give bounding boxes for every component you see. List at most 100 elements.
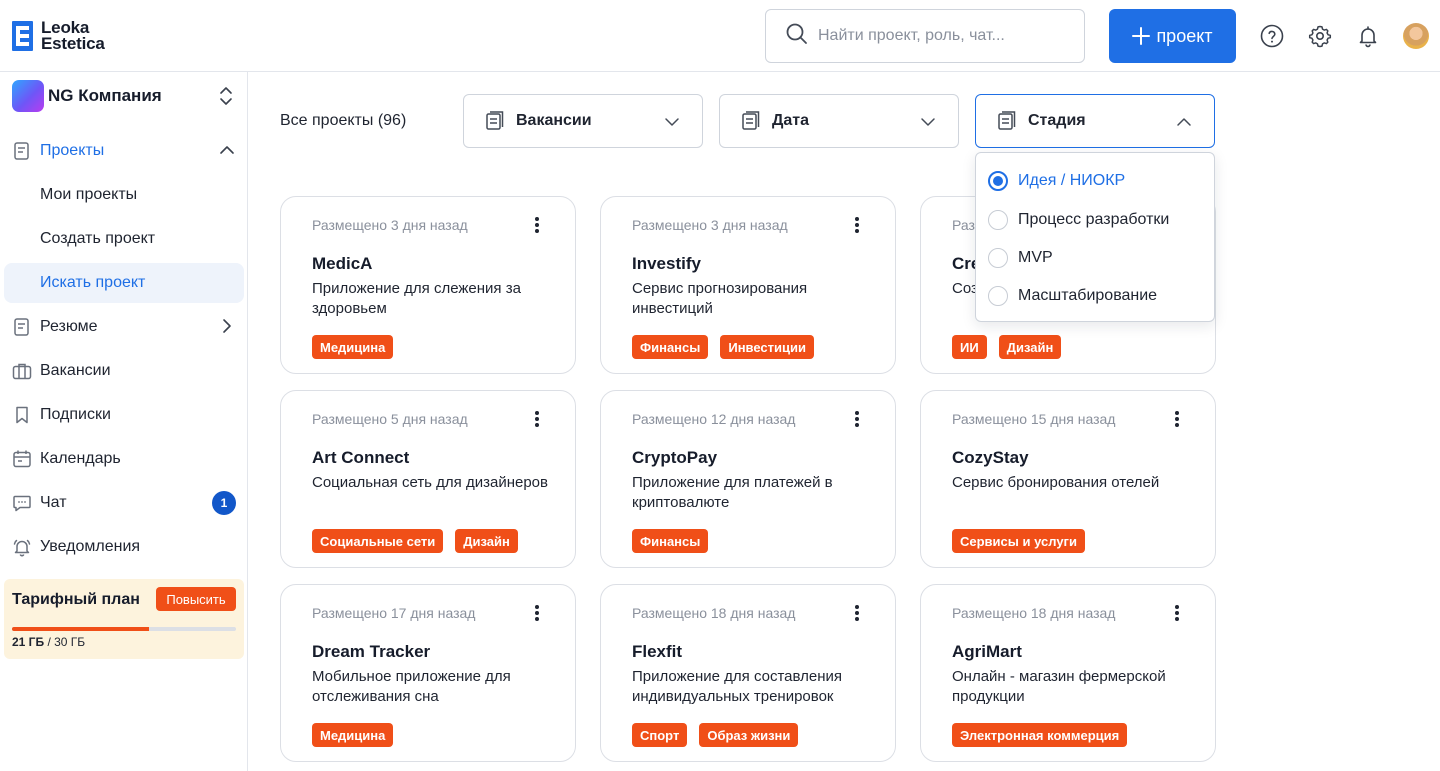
switch-arrows-icon[interactable] (216, 84, 236, 113)
radio-button[interactable] (988, 210, 1008, 230)
more-options-icon[interactable] (529, 409, 545, 429)
chevron-down-icon (664, 114, 680, 135)
category-tag: Электронная коммерция (952, 723, 1128, 747)
project-description: Мобильное приложение для отслеживания сн… (312, 668, 511, 705)
more-options-icon[interactable] (849, 409, 865, 429)
new-project-label: проект (1156, 25, 1213, 46)
project-description: Сервис прогнозирования инвестиций (632, 280, 808, 317)
storage-total: / 30 ГБ (47, 635, 86, 649)
tag-list: Медицина (312, 335, 394, 359)
category-tag: Образ жизни (699, 723, 799, 747)
filter-label: Вакансии (516, 112, 592, 129)
category-tag: Социальные сети (312, 529, 444, 553)
sidebar-item-projects[interactable]: Проекты (4, 131, 244, 171)
category-tag: ИИ (952, 335, 987, 359)
more-options-icon[interactable] (849, 215, 865, 235)
radio-button[interactable] (988, 286, 1008, 306)
plus-icon (1132, 26, 1151, 46)
notification-bell-icon[interactable] (1354, 22, 1382, 50)
category-tag: Медицина (312, 723, 394, 747)
sidebar-item-create-project[interactable]: Создать проект (4, 219, 244, 259)
posted-date: Размещено 15 дня назад (952, 411, 1116, 427)
project-card[interactable]: Размещено 15 дня назад CozyStay Сервис б… (920, 390, 1216, 568)
top-bar: Leoka Estetica проект (0, 0, 1440, 72)
stage-option-label: Масштабирование (1018, 287, 1158, 304)
storage-used: 21 ГБ (12, 635, 45, 649)
sidebar-item-search-project[interactable]: Искать проект (4, 263, 244, 303)
project-title: CozyStay (952, 448, 1029, 467)
project-description: Онлайн - магазин фермерской продукции (952, 668, 1166, 705)
sidebar-item-subscriptions[interactable]: Подписки (4, 395, 244, 435)
sidebar-item-vacancies[interactable]: Вакансии (4, 351, 244, 391)
search-box[interactable] (765, 9, 1085, 63)
storage-progress-bar (12, 627, 236, 631)
category-tag: Спорт (632, 723, 688, 747)
project-title: Art Connect (312, 448, 410, 467)
sidebar-item-resume[interactable]: Резюме (4, 307, 244, 347)
company-name: NG Компания (48, 86, 162, 105)
more-options-icon[interactable] (1169, 603, 1185, 623)
project-title: Investify (632, 254, 701, 273)
sidebar-item-chat[interactable]: Чат 1 (4, 483, 244, 523)
sidebar-item-notifications[interactable]: Уведомления (4, 527, 244, 567)
briefcase-icon (12, 361, 32, 381)
project-card[interactable]: Размещено 18 дня назад AgriMart Онлайн -… (920, 584, 1216, 762)
posted-date: Раз (952, 217, 975, 233)
project-card[interactable]: Размещено 3 дня назад Investify Сервис п… (600, 196, 896, 374)
filter-vacancies-dropdown[interactable]: Вакансии (463, 94, 703, 148)
chat-unread-badge: 1 (212, 491, 236, 515)
posted-date: Размещено 18 дня назад (632, 605, 796, 621)
sidebar-item-calendar[interactable]: Календарь (4, 439, 244, 479)
filter-stage-dropdown[interactable]: Стадия (975, 94, 1215, 148)
help-icon[interactable] (1258, 22, 1286, 50)
logo-mark-icon (12, 21, 34, 51)
project-card[interactable]: Размещено 3 дня назад MedicA Приложение … (280, 196, 576, 374)
storage-usage: 21 ГБ / 30 ГБ (12, 635, 85, 649)
filter-date-dropdown[interactable]: Дата (719, 94, 959, 148)
stage-option-label: MVP (1018, 249, 1053, 266)
more-options-icon[interactable] (1169, 409, 1185, 429)
app-logo[interactable]: Leoka Estetica (12, 19, 105, 53)
project-card[interactable]: Размещено 18 дня назад Flexfit Приложени… (600, 584, 896, 762)
more-options-icon[interactable] (529, 215, 545, 235)
projects-icon (12, 141, 32, 161)
tag-list: Финансы Инвестиции (632, 335, 814, 359)
search-input[interactable] (818, 27, 1068, 45)
user-avatar[interactable] (1403, 23, 1429, 49)
category-tag: Финансы (632, 529, 709, 553)
more-options-icon[interactable] (849, 603, 865, 623)
company-switcher[interactable]: NG Компания (12, 80, 238, 112)
project-card[interactable]: Размещено 17 дня назад Dream Tracker Моб… (280, 584, 576, 762)
posted-date: Размещено 18 дня назад (952, 605, 1116, 621)
sidebar-item-my-projects[interactable]: Мои проекты (4, 175, 244, 215)
stage-option-idea[interactable]: Идея / НИОКР (988, 169, 1125, 193)
stage-option-development[interactable]: Процесс разработки (988, 208, 1169, 232)
project-card[interactable]: Размещено 5 дня назад Art Connect Социал… (280, 390, 576, 568)
project-title: Flexfit (632, 642, 683, 661)
more-options-icon[interactable] (529, 603, 545, 623)
filter-label: Стадия (1028, 112, 1086, 129)
stage-options-menu: Идея / НИОКР Процесс разработки MVP Масш… (975, 152, 1215, 322)
filter-label: Дата (772, 112, 810, 129)
resume-icon (12, 317, 32, 337)
new-project-button[interactable]: проект (1109, 9, 1236, 63)
stage-option-label: Идея / НИОКР (1018, 172, 1126, 189)
chevron-right-icon (218, 317, 236, 340)
project-card[interactable]: Размещено 12 дня назад CryptoPay Приложе… (600, 390, 896, 568)
radio-button[interactable] (988, 248, 1008, 268)
project-title: AgriMart (952, 642, 1022, 661)
settings-gear-icon[interactable] (1306, 22, 1334, 50)
tag-list: ИИ Дизайн (952, 335, 1062, 359)
posted-date: Размещено 3 дня назад (312, 217, 468, 233)
project-description: Сервис бронирования отелей (952, 474, 1160, 491)
stage-option-mvp[interactable]: MVP (988, 246, 1053, 270)
stage-option-scaling[interactable]: Масштабирование (988, 284, 1157, 308)
upgrade-button[interactable]: Повысить (156, 587, 236, 611)
logo-line-2: Estetica (41, 34, 105, 53)
posted-date: Размещено 5 дня назад (312, 411, 468, 427)
filter-list-icon (484, 110, 506, 132)
radio-button[interactable] (988, 171, 1008, 191)
project-description: Приложение для платежей в криптовалюте (632, 474, 833, 511)
tag-list: Финансы (632, 529, 709, 553)
all-projects-count: Все проекты (96) (280, 112, 407, 129)
